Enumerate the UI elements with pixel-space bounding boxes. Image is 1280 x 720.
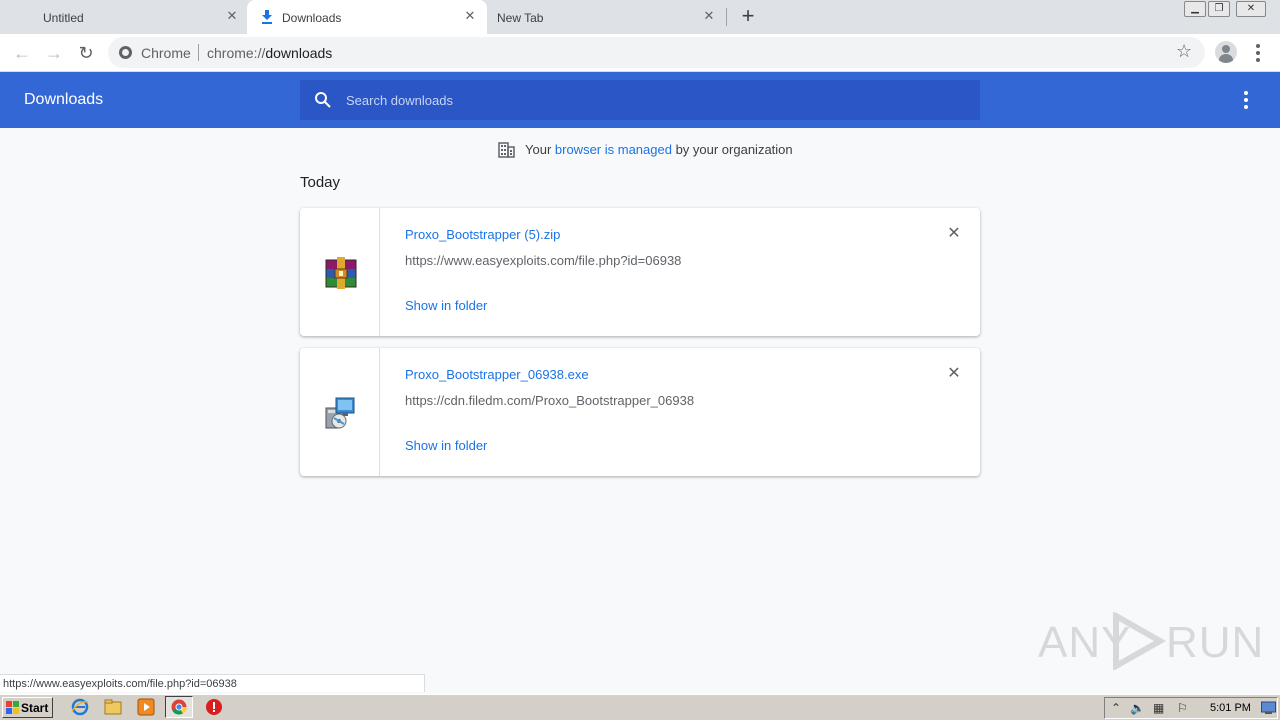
tab-title: New Tab [497,11,544,25]
winrar-archive-icon [325,257,357,289]
stop-icon[interactable] [205,698,223,716]
search-icon [315,92,331,108]
restore-button[interactable]: ❐ [1208,1,1230,17]
remove-download-button[interactable]: ✕ [946,226,962,242]
back-button[interactable]: ← [11,42,33,64]
managed-suffix: by your organization [671,142,793,157]
managed-notice-text: Your browser is managed by your organiza… [525,142,793,157]
page-title: Downloads [24,91,104,108]
date-heading: Today [300,174,341,191]
url-text[interactable]: chrome://downloads [207,45,332,61]
file-source-url: https://www.easyexploits.com/file.php?id… [405,253,682,268]
anyrun-watermark: ANY RUN [1038,610,1263,670]
profile-avatar-icon[interactable] [1215,41,1237,63]
show-desktop-icon[interactable] [1261,701,1276,715]
forward-button[interactable]: → [43,42,65,64]
building-icon [498,142,515,158]
managed-link[interactable]: browser is managed [555,142,672,157]
start-button[interactable]: Start [2,697,53,718]
download-item: Proxo_Bootstrapper_06938.exe https://cdn… [300,348,980,476]
file-icon-column [300,348,380,476]
tab-strip: Untitled ✕ Downloads ✕ New Tab ✕ + ▁ ❐ ✕ [0,0,1280,34]
tab-title: Untitled [43,11,84,25]
action-center-flag-icon[interactable]: ⚐ [1177,701,1188,715]
tab-close-button[interactable]: ✕ [702,9,716,23]
tab-new-tab[interactable]: New Tab ✕ [487,0,727,34]
system-tray: ⌃ 🔈 ▦ ⚐ 5:01 PM [1104,697,1278,719]
browser-toolbar: ← → ↻ Chrome chrome://downloads ☆ [0,34,1280,72]
close-window-button[interactable]: ✕ [1236,1,1266,17]
watermark-right-text: RUN [1166,618,1265,667]
explorer-icon[interactable] [104,698,122,716]
url-scheme: chrome:// [207,45,266,61]
downloads-header: Downloads [0,72,1280,128]
search-box[interactable] [300,80,980,120]
play-logo-icon [1113,612,1167,670]
tab-untitled[interactable]: Untitled ✕ [0,0,245,34]
new-tab-button[interactable]: + [738,5,758,28]
reload-button[interactable]: ↻ [75,42,97,64]
chrome-taskbar-button[interactable] [165,696,193,718]
chrome-menu-button[interactable] [1250,43,1266,63]
windows-taskbar: Start ⌃ 🔈 ▦ ⚐ 5:01 PM [0,694,1280,720]
bookmark-star-icon[interactable]: ☆ [1176,41,1192,62]
minimize-button[interactable]: ▁ [1184,1,1206,17]
origin-chip-label: Chrome [141,45,191,61]
tab-close-button[interactable]: ✕ [463,9,477,23]
search-input[interactable] [346,91,946,109]
tray-expand-icon[interactable]: ⌃ [1111,701,1121,715]
taskbar-clock[interactable]: 5:01 PM [1210,702,1251,714]
ie-icon[interactable] [71,698,89,716]
volume-icon[interactable]: 🔈 [1130,701,1145,715]
file-icon-column [300,208,380,336]
managed-prefix: Your [525,142,555,157]
file-name-link[interactable]: Proxo_Bootstrapper_06938.exe [405,367,589,382]
file-name-link[interactable]: Proxo_Bootstrapper (5).zip [405,227,560,242]
show-in-folder-link[interactable]: Show in folder [405,438,487,453]
show-in-folder-link[interactable]: Show in folder [405,298,487,313]
tab-downloads[interactable]: Downloads ✕ [247,0,487,34]
chrome-info-icon[interactable] [119,46,132,59]
windows-flag-icon [6,701,19,714]
url-path: downloads [265,45,333,61]
media-player-icon[interactable] [137,698,155,716]
tab-close-button[interactable]: ✕ [225,9,239,23]
remove-download-button[interactable]: ✕ [946,366,962,382]
file-source-url: https://cdn.filedm.com/Proxo_Bootstrappe… [405,393,695,408]
network-icon[interactable]: ▦ [1153,701,1164,715]
installer-exe-icon [325,397,355,429]
download-item: Proxo_Bootstrapper (5).zip https://www.e… [300,208,980,336]
address-bar[interactable]: Chrome chrome://downloads ☆ [108,37,1205,68]
download-icon [262,10,272,24]
chrome-icon [171,699,187,715]
start-label: Start [21,701,49,715]
omnibox-divider [198,44,199,61]
tab-separator [726,8,727,26]
status-bubble: https://www.easyexploits.com/file.php?id… [0,674,425,692]
downloads-menu-button[interactable] [1238,90,1254,110]
tab-title: Downloads [282,11,342,25]
